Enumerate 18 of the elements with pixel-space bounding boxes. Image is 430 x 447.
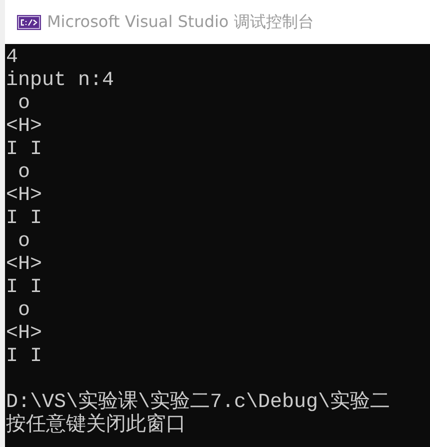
console-line: <H> — [6, 184, 42, 207]
console-line: 4 — [6, 46, 18, 69]
console-line: I I — [6, 276, 42, 299]
console-line: <H> — [6, 115, 42, 138]
console-line: I I — [6, 138, 42, 161]
console-line: 按任意键关闭此窗口 — [6, 414, 186, 437]
console-line: o — [17, 161, 30, 184]
console-line: D:\VS\实验课\实验二7.c\Debug\实验二 — [6, 391, 390, 414]
console-line: o — [17, 230, 30, 253]
console-icon — [17, 14, 41, 30]
console-line: <H> — [6, 322, 42, 345]
window-title: Microsoft Visual Studio 调试控制台 — [47, 12, 314, 32]
console-line: o — [17, 92, 30, 115]
console-line: I I — [6, 207, 42, 230]
console-line: <H> — [6, 253, 42, 276]
console-line: input n:4 — [6, 69, 114, 92]
console-line: o — [17, 299, 30, 322]
console-line: I I — [6, 345, 42, 368]
